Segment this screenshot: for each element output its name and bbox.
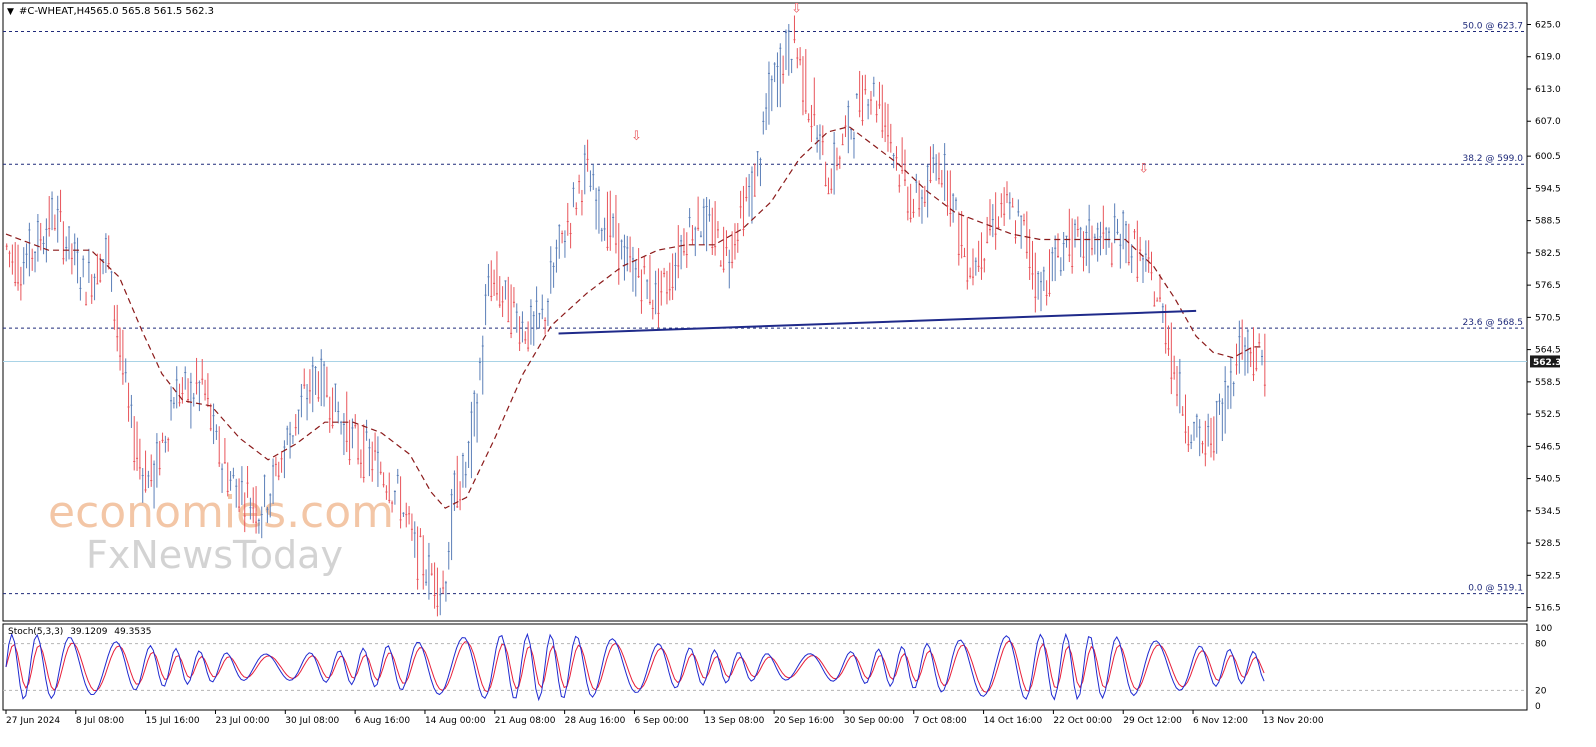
time-tick-label: 6 Aug 16:00 [355, 716, 410, 726]
stoch-plot-frame [2, 623, 1528, 711]
time-tick-label: 23 Jul 00:00 [215, 716, 269, 726]
price-tick-label: 613.0 [1535, 85, 1561, 95]
stoch-tick-label: 100 [1535, 624, 1552, 634]
down-arrow-icon: ⇩ [791, 2, 802, 17]
time-tick-label: 15 Jul 16:00 [146, 716, 200, 726]
price-tick-label: 594.5 [1535, 184, 1561, 194]
time-tick-label: 14 Aug 00:00 [425, 716, 486, 726]
current-price-label: 562.3 [1533, 358, 1561, 368]
stoch-tick-label: 80 [1535, 640, 1547, 650]
time-tick-label: 6 Nov 12:00 [1193, 716, 1248, 726]
price-tick-label: 534.5 [1535, 507, 1561, 517]
down-arrow-icon: ⇩ [631, 129, 642, 144]
time-tick-label: 30 Sep 00:00 [844, 716, 904, 726]
stoch-signal-value: 49.3535 [114, 627, 151, 637]
watermark-line1: economies.com [48, 487, 394, 538]
time-tick-label: 22 Oct 00:00 [1053, 716, 1112, 726]
symbol-label: #C-WHEAT,H4 [19, 6, 91, 17]
time-tick-label: 6 Sep 00:00 [634, 716, 689, 726]
time-tick-label: 13 Nov 20:00 [1263, 716, 1324, 726]
stoch-header: Stoch(5,3,3) 39.1209 49.3535 [8, 627, 152, 637]
price-tick-label: 600.5 [1535, 152, 1561, 162]
price-tick-label: 522.5 [1535, 571, 1561, 581]
stoch-label: Stoch(5,3,3) [8, 627, 63, 637]
fib-label: 50.0 @ 623.7 [1462, 21, 1523, 31]
watermark-line2: FxNewsToday [86, 533, 343, 577]
price-tick-label: 540.5 [1535, 475, 1561, 485]
price-tick-label: 528.5 [1535, 539, 1561, 549]
chart-canvas: economies.com FxNewsToday 50.0 @ 623.7 38… [2, 2, 1561, 726]
stoch-main-value: 39.1209 [70, 627, 107, 637]
time-tick-label: 30 Jul 08:00 [285, 716, 339, 726]
time-tick-label: 8 Jul 08:00 [76, 716, 125, 726]
price-tick-label: 588.5 [1535, 217, 1561, 227]
header-triangle-icon[interactable]: ▼ [7, 7, 14, 17]
time-tick-label: 29 Oct 12:00 [1123, 716, 1182, 726]
price-tick-label: 625.0 [1535, 20, 1561, 30]
price-tick-label: 516.5 [1535, 604, 1561, 614]
down-arrow-icon: ⇩ [1138, 161, 1149, 176]
price-tick-label: 546.5 [1535, 442, 1561, 452]
price-tick-label: 564.5 [1535, 346, 1561, 356]
price-tick-label: 619.0 [1535, 53, 1561, 63]
time-axis: 27 Jun 2024 8 Jul 08:00 15 Jul 16:00 23 Jul… [5, 710, 1324, 726]
price-tick-label: 570.5 [1535, 313, 1561, 323]
time-tick-label: 13 Sep 08:00 [704, 716, 764, 726]
price-tick-label: 576.5 [1535, 281, 1561, 291]
stoch-tick-label: 20 [1535, 686, 1547, 696]
time-tick-label: 28 Aug 16:00 [565, 716, 626, 726]
chart-window: economies.com FxNewsToday 50.0 @ 623.7 38… [0, 0, 1596, 743]
time-tick-label: 27 Jun 2024 [6, 716, 60, 726]
fib-label: 38.2 @ 599.0 [1462, 154, 1523, 164]
ohlc-values: 565.0 565.8 561.5 562.3 [90, 6, 214, 17]
price-tick-label: 552.5 [1535, 410, 1561, 420]
stoch-tick-label: 0 [1535, 702, 1541, 712]
time-tick-label: 21 Aug 08:00 [495, 716, 556, 726]
price-axis: 625.0 619.0 613.0 607.0 600.5 594.5 588.5 582.5… [1527, 20, 1561, 614]
time-tick-label: 7 Oct 08:00 [914, 716, 967, 726]
price-tick-label: 582.5 [1535, 249, 1561, 259]
fib-label: 0.0 @ 519.1 [1468, 584, 1523, 594]
time-tick-label: 14 Oct 16:00 [984, 716, 1043, 726]
price-tick-label: 607.0 [1535, 117, 1561, 127]
time-tick-label: 20 Sep 16:00 [774, 716, 834, 726]
price-tick-label: 558.5 [1535, 378, 1561, 388]
fib-label: 23.6 @ 568.5 [1462, 318, 1523, 328]
